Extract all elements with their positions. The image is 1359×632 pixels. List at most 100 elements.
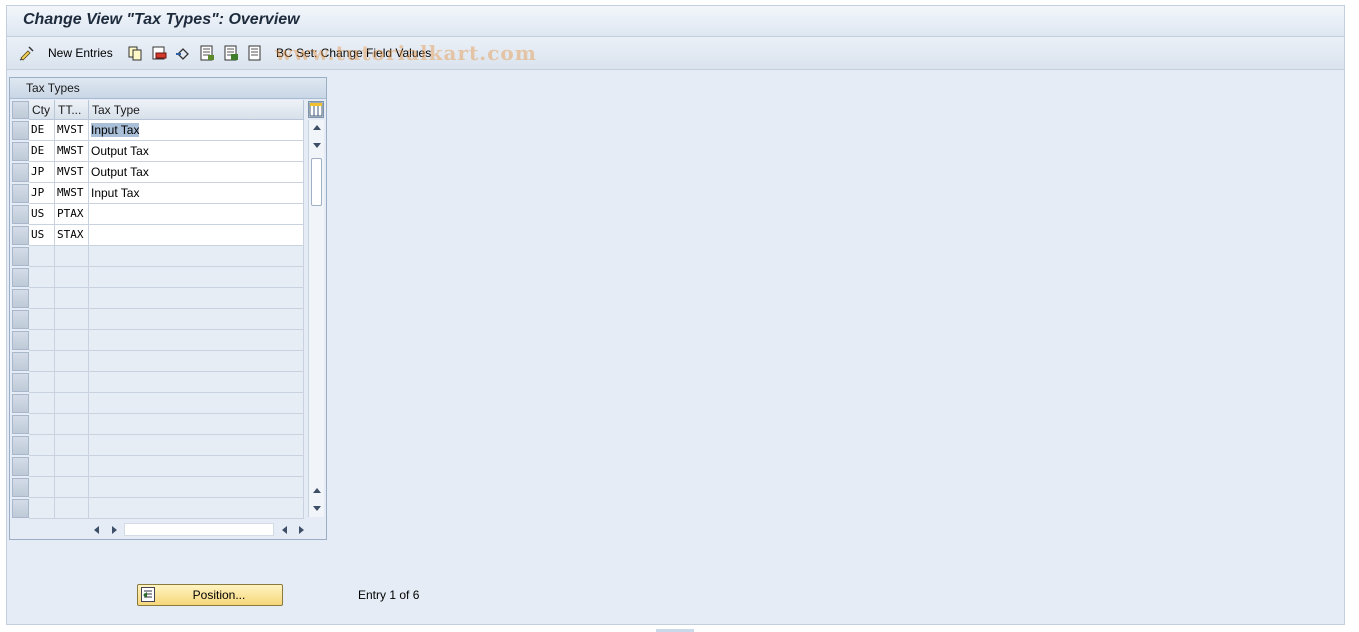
row-selector[interactable]: [12, 415, 29, 434]
cell-country[interactable]: [29, 267, 55, 288]
row-selector[interactable]: [12, 226, 29, 245]
cell-tax-type[interactable]: [89, 351, 304, 372]
cell-country[interactable]: [29, 393, 55, 414]
scroll-right-end-icon[interactable]: [299, 526, 304, 534]
select-all-icon[interactable]: [199, 45, 215, 61]
copy-icon[interactable]: [127, 45, 143, 61]
row-selector[interactable]: [12, 163, 29, 182]
scroll-right-icon[interactable]: [112, 526, 117, 534]
cell-country[interactable]: [29, 372, 55, 393]
scroll-left-end-icon[interactable]: [282, 526, 287, 534]
scroll-left-icon[interactable]: [94, 526, 99, 534]
row-selector[interactable]: [12, 205, 29, 224]
cell-country[interactable]: [29, 477, 55, 498]
cell-tax-type[interactable]: [89, 414, 304, 435]
cell-tax-type[interactable]: [89, 309, 304, 330]
cell-tax-type-code[interactable]: [55, 330, 89, 351]
cell-country[interactable]: DE: [29, 141, 55, 162]
cell-tax-type[interactable]: Output Tax: [89, 141, 304, 162]
cell-country[interactable]: [29, 414, 55, 435]
cell-tax-type-code[interactable]: MVST: [55, 162, 89, 183]
cell-tax-type[interactable]: [89, 246, 304, 267]
cell-tax-type[interactable]: Input Tax: [89, 183, 304, 204]
cell-tax-type[interactable]: [89, 204, 304, 225]
scroll-page-down-icon[interactable]: [313, 506, 321, 511]
cell-tax-type[interactable]: [89, 372, 304, 393]
scroll-page-up-icon[interactable]: [313, 488, 321, 493]
horizontal-scrollbar[interactable]: [91, 522, 306, 537]
cell-country[interactable]: DE: [29, 120, 55, 141]
row-selector[interactable]: [12, 478, 29, 497]
cell-tax-type-code[interactable]: [55, 498, 89, 519]
deselect-all-icon[interactable]: [247, 45, 263, 61]
cell-tax-type-code[interactable]: [55, 477, 89, 498]
cell-country[interactable]: JP: [29, 162, 55, 183]
cell-tax-type-code[interactable]: [55, 309, 89, 330]
cell-country[interactable]: [29, 456, 55, 477]
row-selector[interactable]: [12, 352, 29, 371]
cell-country[interactable]: US: [29, 225, 55, 246]
row-selector[interactable]: [12, 499, 29, 518]
cell-tax-type-code[interactable]: MWST: [55, 141, 89, 162]
cell-tax-type[interactable]: [89, 498, 304, 519]
cell-country[interactable]: [29, 309, 55, 330]
select-all-rows-button[interactable]: [12, 101, 29, 119]
row-selector[interactable]: [12, 184, 29, 203]
row-selector[interactable]: [12, 310, 29, 329]
cell-tax-type[interactable]: Output Tax: [89, 162, 304, 183]
scroll-down-icon[interactable]: [313, 143, 321, 148]
cell-tax-type[interactable]: [89, 393, 304, 414]
horizontal-scroll-track[interactable]: [124, 523, 274, 536]
cell-tax-type[interactable]: [89, 330, 304, 351]
bc-set-button[interactable]: BC Set: Change Field Values: [276, 45, 431, 61]
cell-tax-type-code[interactable]: [55, 372, 89, 393]
position-button[interactable]: Position...: [137, 584, 283, 606]
cell-tax-type[interactable]: [89, 267, 304, 288]
cell-tax-type-code[interactable]: [55, 456, 89, 477]
cell-tax-type[interactable]: Input Tax: [89, 120, 304, 141]
cell-tax-type-code[interactable]: [55, 435, 89, 456]
cell-country[interactable]: [29, 288, 55, 309]
cell-tax-type-code[interactable]: PTAX: [55, 204, 89, 225]
table-settings-icon[interactable]: [308, 101, 324, 118]
vertical-scrollbar[interactable]: [308, 120, 324, 517]
delete-icon[interactable]: [151, 45, 167, 61]
scroll-up-icon[interactable]: [313, 125, 321, 130]
cell-country[interactable]: [29, 435, 55, 456]
cell-tax-type-code[interactable]: [55, 351, 89, 372]
cell-country[interactable]: [29, 351, 55, 372]
row-selector[interactable]: [12, 121, 29, 140]
row-selector[interactable]: [12, 247, 29, 266]
row-selector[interactable]: [12, 268, 29, 287]
row-selector[interactable]: [12, 289, 29, 308]
column-header-tax-type[interactable]: Tax Type: [89, 100, 304, 120]
row-selector[interactable]: [12, 142, 29, 161]
cell-tax-type-code[interactable]: MWST: [55, 183, 89, 204]
change-display-icon[interactable]: [19, 45, 35, 61]
scroll-thumb[interactable]: [311, 158, 322, 206]
row-selector[interactable]: [12, 394, 29, 413]
cell-tax-type-code[interactable]: [55, 393, 89, 414]
cell-tax-type[interactable]: [89, 456, 304, 477]
cell-tax-type-code[interactable]: [55, 246, 89, 267]
cell-country[interactable]: [29, 246, 55, 267]
row-selector[interactable]: [12, 436, 29, 455]
row-selector[interactable]: [12, 457, 29, 476]
undo-icon[interactable]: [175, 45, 191, 61]
cell-tax-type-code[interactable]: STAX: [55, 225, 89, 246]
cell-tax-type[interactable]: [89, 288, 304, 309]
cell-tax-type[interactable]: [89, 435, 304, 456]
cell-tax-type[interactable]: [89, 477, 304, 498]
column-header-tax-type-code[interactable]: TT...: [55, 100, 89, 120]
cell-tax-type-code[interactable]: [55, 288, 89, 309]
cell-tax-type-code[interactable]: [55, 414, 89, 435]
cell-country[interactable]: US: [29, 204, 55, 225]
cell-tax-type-code[interactable]: MVST: [55, 120, 89, 141]
row-selector[interactable]: [12, 373, 29, 392]
column-header-cty[interactable]: Cty: [29, 100, 55, 120]
cell-country[interactable]: [29, 498, 55, 519]
row-selector[interactable]: [12, 331, 29, 350]
cell-tax-type[interactable]: [89, 225, 304, 246]
new-entries-button[interactable]: New Entries: [48, 45, 113, 61]
select-block-icon[interactable]: [223, 45, 239, 61]
